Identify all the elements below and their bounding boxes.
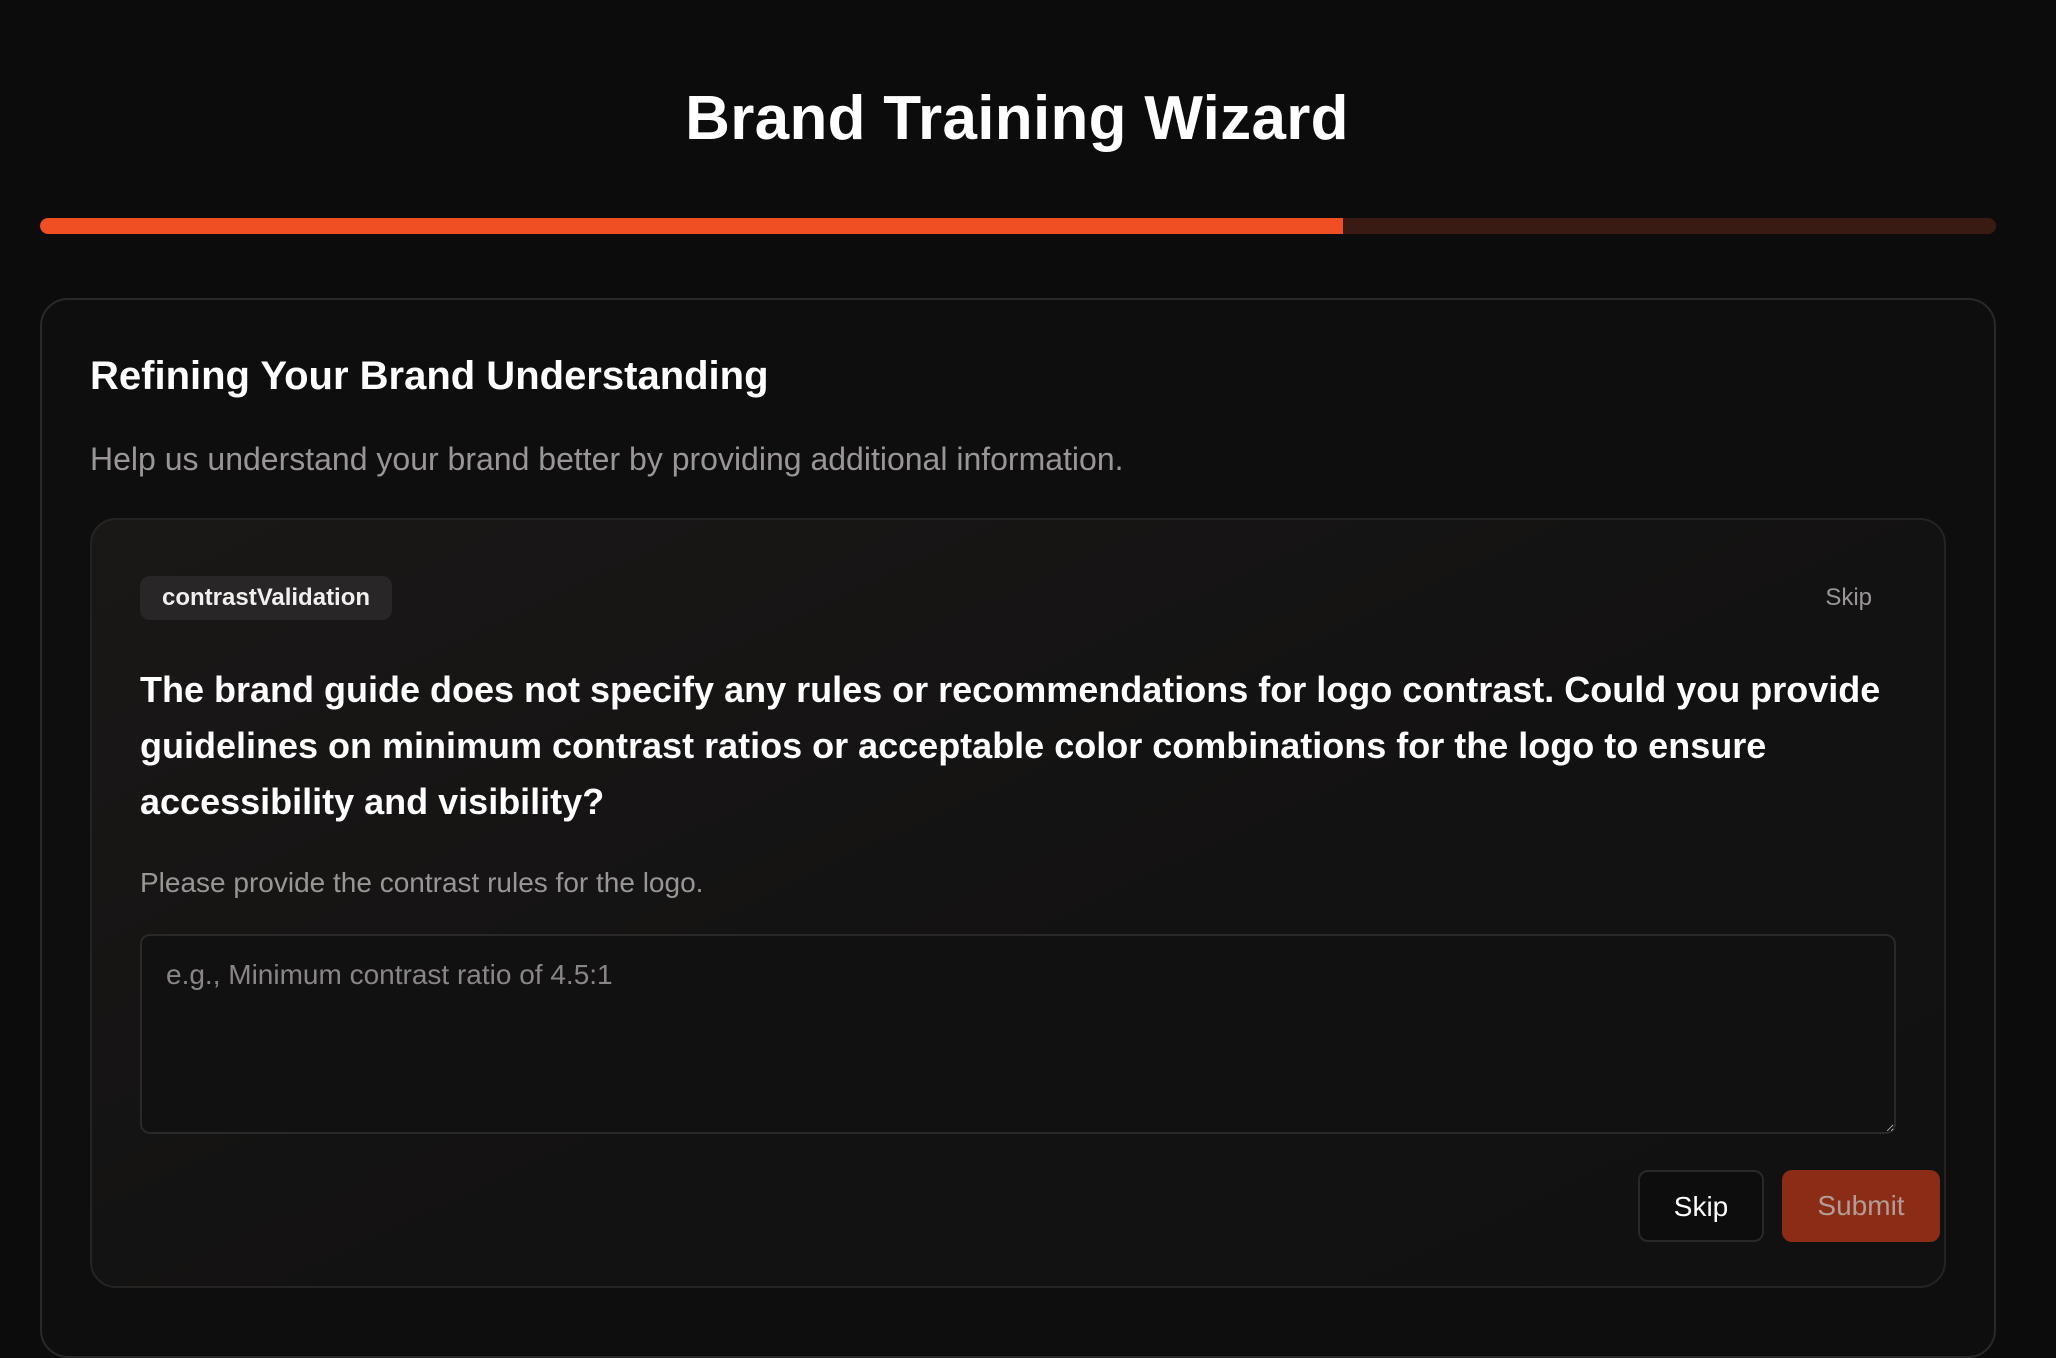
section-title: Refining Your Brand Understanding [90,354,769,398]
question-text: The brand guide does not specify any rul… [140,669,1881,822]
answer-prompt-label: Please provide the contrast rules for th… [140,867,704,898]
page-title: Brand Training Wizard [685,84,1349,153]
progress-bar-fill [40,218,1343,234]
answer-textarea[interactable] [140,934,1896,1134]
skip-link[interactable]: Skip [1825,576,1872,620]
progress-bar [40,218,1996,234]
question-card: contrastValidation Skip The brand guide … [90,518,1946,1288]
section-description: Help us understand your brand better by … [90,441,1124,477]
wizard-card: Refining Your Brand Understanding Help u… [40,298,1996,1358]
skip-button[interactable]: Skip [1638,1170,1764,1242]
question-tag-badge: contrastValidation [140,576,393,620]
submit-button[interactable]: Submit [1782,1170,1940,1242]
